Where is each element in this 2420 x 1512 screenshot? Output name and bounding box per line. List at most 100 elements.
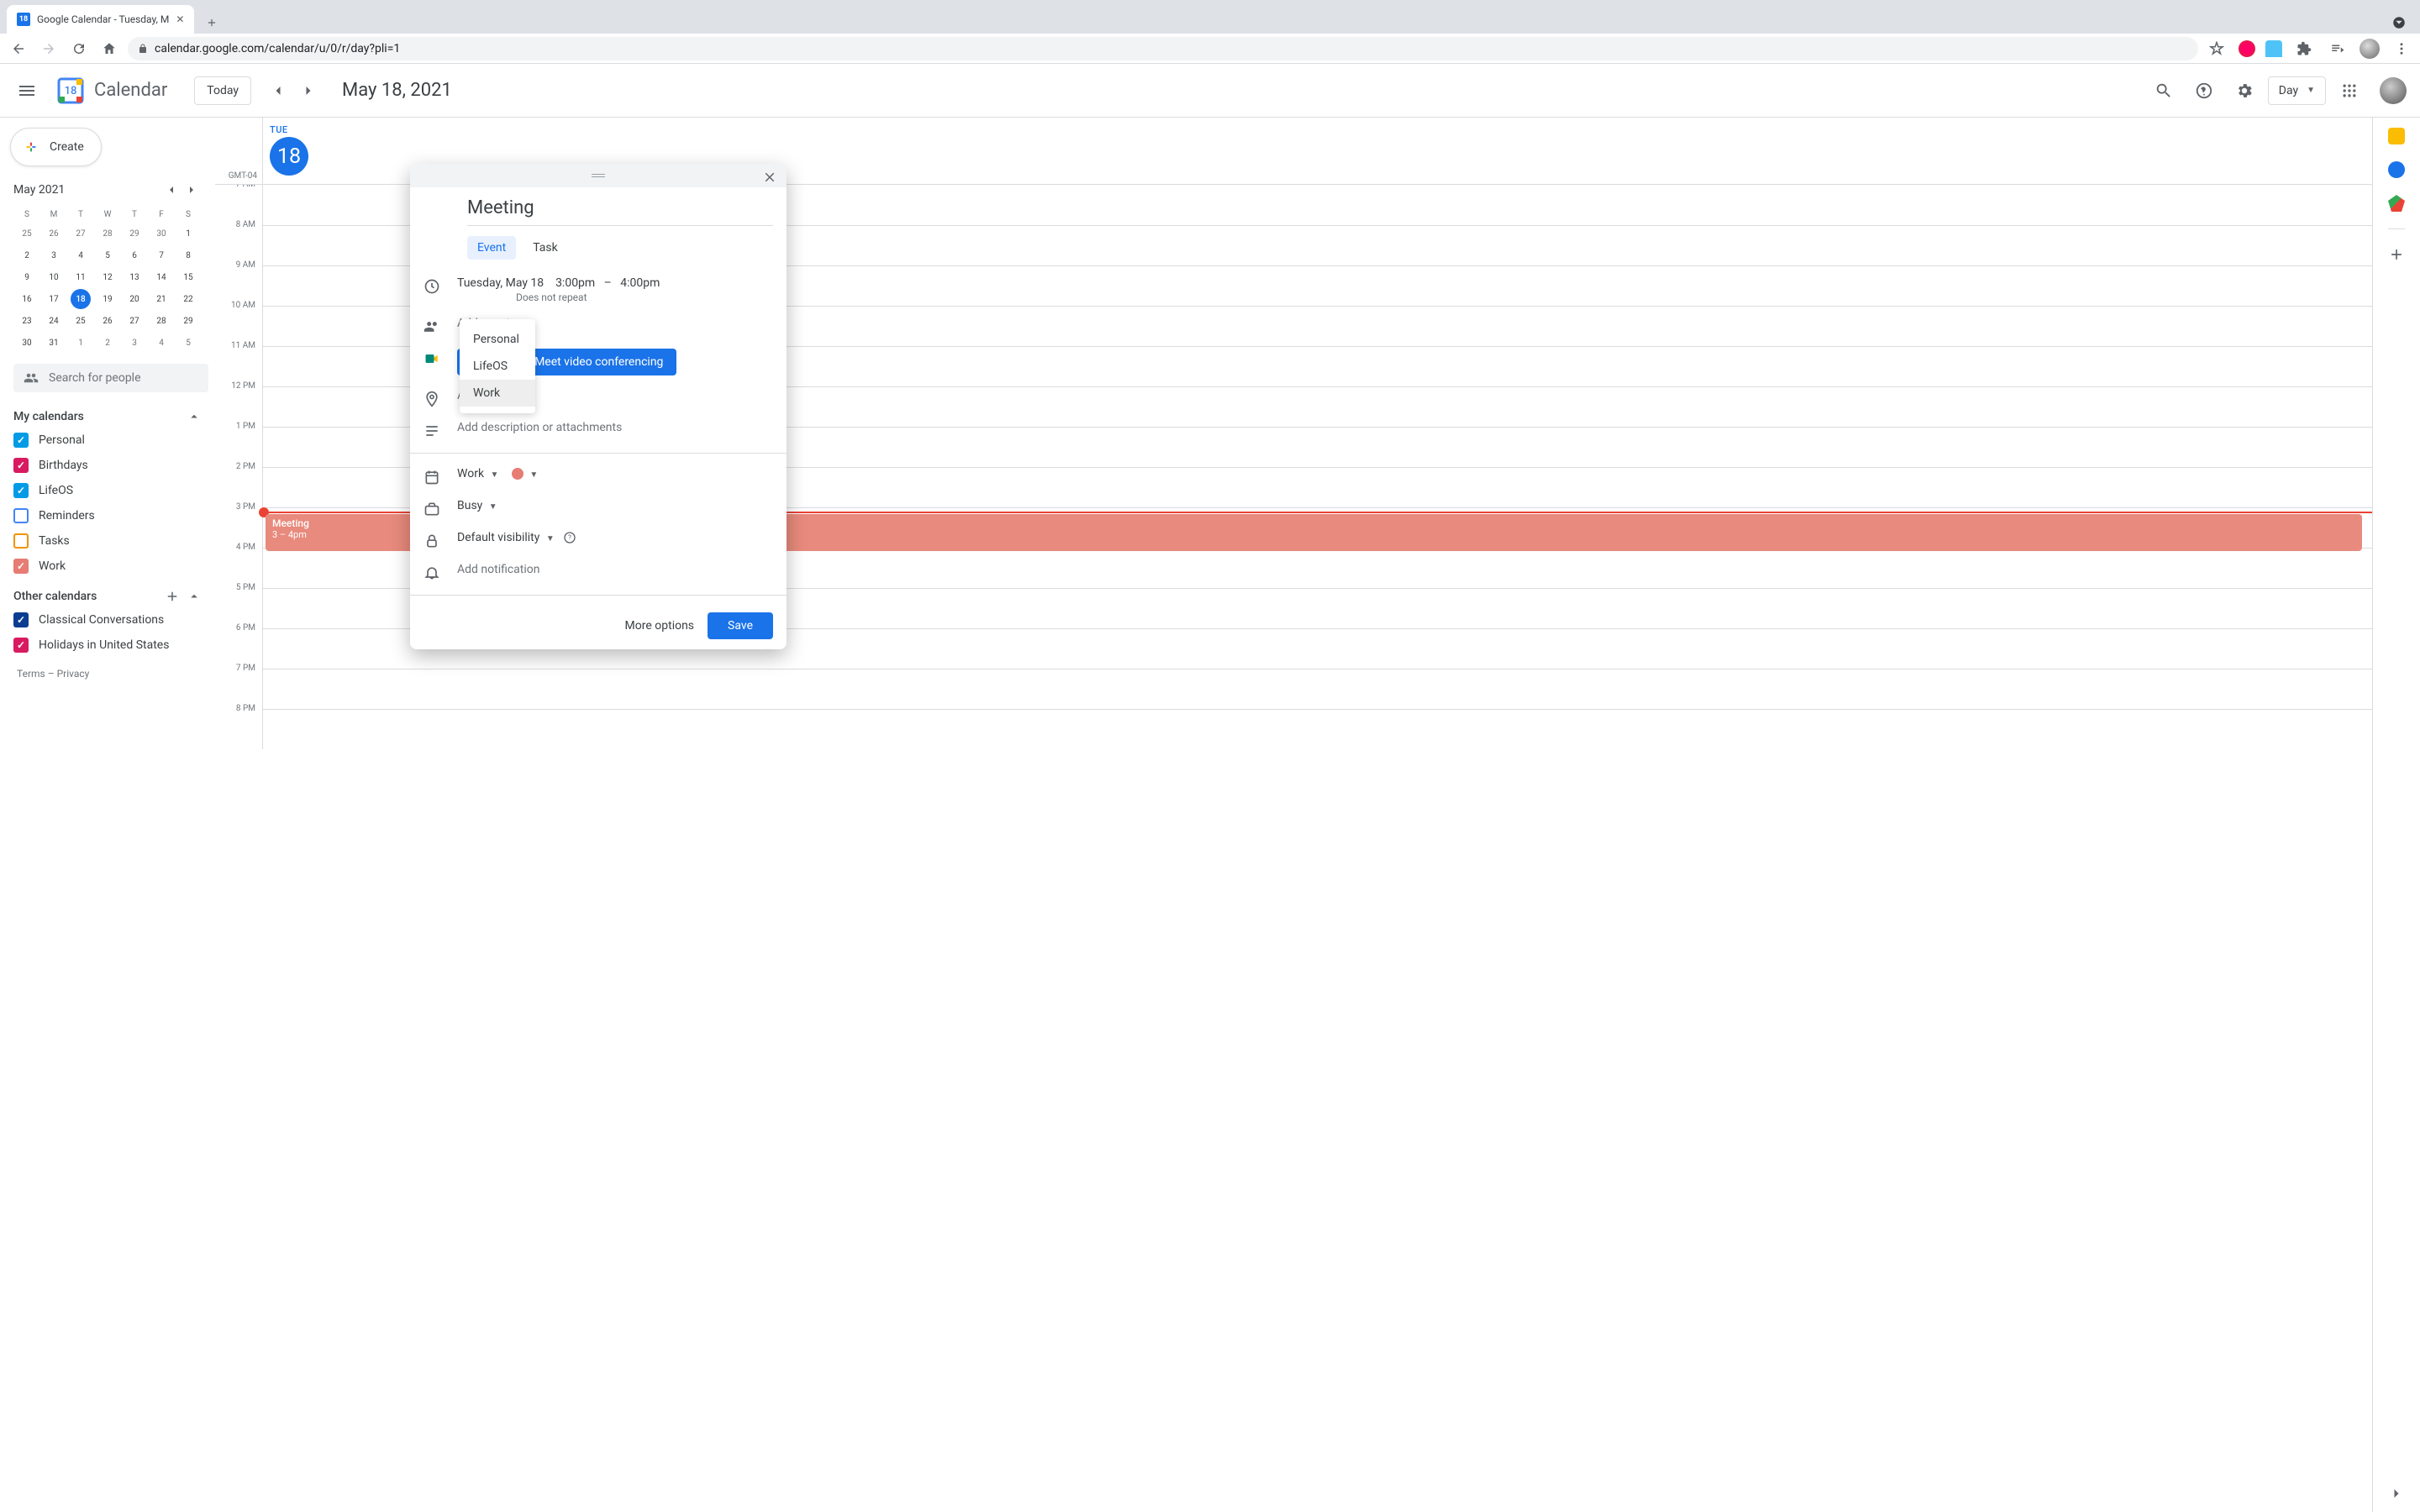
mini-cal-day[interactable]: 20 [124,289,145,309]
main-menu-button[interactable] [7,71,47,111]
mini-cal-day[interactable]: 2 [17,245,37,265]
calendar-select-row[interactable]: Work ▼ ▼ [410,460,786,492]
search-button[interactable] [2147,74,2181,108]
maps-app-icon[interactable] [2388,195,2405,212]
mini-cal-day[interactable]: 3 [124,333,145,353]
side-expand-button[interactable] [2388,1485,2405,1502]
calendar-dropdown-item[interactable]: LifeOS [460,353,535,380]
calendar-checkbox[interactable] [13,533,29,549]
mini-cal-day[interactable]: 22 [178,289,198,309]
day-number[interactable]: 18 [270,137,308,176]
calendar-checkbox[interactable] [13,483,29,498]
other-calendars-toggle[interactable]: Other calendars [13,585,208,607]
mini-cal-day[interactable]: 27 [71,223,91,244]
chrome-menu-icon[interactable] [2390,37,2413,60]
tasks-app-icon[interactable] [2388,161,2405,178]
hour-row[interactable]: 7 PM [215,669,2372,709]
event-title-input[interactable]: Meeting [467,194,773,226]
calendar-checkbox[interactable] [13,508,29,523]
mini-cal-day[interactable]: 28 [151,311,171,331]
mini-cal-day[interactable]: 9 [17,267,37,287]
account-avatar[interactable] [2380,77,2407,104]
mini-cal-day[interactable]: 16 [17,289,37,309]
browser-tab[interactable]: 18 Google Calendar - Tuesday, M ✕ [7,5,194,34]
calendar-checkbox[interactable] [13,433,29,448]
calendar-checkbox[interactable] [13,638,29,653]
keep-app-icon[interactable] [2388,128,2405,144]
popup-drag-handle[interactable] [410,164,786,187]
calendar-list-item[interactable]: Classical Conversations [13,607,208,633]
calendar-checkbox[interactable] [13,612,29,627]
mini-cal-day[interactable]: 2 [97,333,118,353]
mini-cal-next[interactable] [182,180,202,200]
extension-icon-2[interactable] [2265,40,2282,57]
save-button[interactable]: Save [708,612,773,639]
mini-cal-day[interactable]: 17 [44,289,64,309]
popup-close-button[interactable] [760,167,780,187]
create-button[interactable]: Create [10,128,102,166]
mini-cal-day[interactable]: 11 [71,267,91,287]
mini-cal-day[interactable]: 23 [17,311,37,331]
task-tab[interactable]: Task [523,236,568,260]
extensions-puzzle-icon[interactable] [2292,37,2316,60]
more-options-button[interactable]: More options [625,619,695,633]
mini-cal-day[interactable]: 28 [97,223,118,244]
chrome-account-icon[interactable] [2388,12,2410,34]
notification-row[interactable]: Add notification [410,556,786,588]
calendar-color-dot[interactable] [512,468,523,480]
extension-icon-1[interactable] [2238,40,2255,57]
mini-cal-day[interactable]: 25 [17,223,37,244]
description-row[interactable]: Add description or attachments [410,414,786,446]
mini-cal-day[interactable]: 18 [71,289,91,309]
mini-cal-day[interactable]: 30 [151,223,171,244]
new-tab-button[interactable] [201,12,223,34]
mini-cal-day[interactable]: 1 [71,333,91,353]
browser-back-button[interactable] [7,37,30,60]
bookmark-star-icon[interactable] [2205,37,2228,60]
mini-cal-day[interactable]: 1 [178,223,198,244]
terms-link[interactable]: Terms [17,668,45,680]
mini-cal-day[interactable]: 5 [178,333,198,353]
calendar-list-item[interactable]: LifeOS [13,478,208,503]
mini-cal-day[interactable]: 6 [124,245,145,265]
mini-cal-day[interactable]: 24 [44,311,64,331]
mini-cal-day[interactable]: 8 [178,245,198,265]
event-end-time[interactable]: 4:00pm [620,276,660,290]
hour-cell[interactable] [262,669,2372,709]
mini-cal-day[interactable]: 3 [44,245,64,265]
hour-cell[interactable] [262,709,2372,749]
calendar-logo[interactable]: 18 Calendar [54,74,187,108]
next-day-button[interactable] [295,77,322,104]
repeat-label[interactable]: Does not repeat [516,291,773,303]
browser-reload-button[interactable] [67,37,91,60]
media-control-icon[interactable] [2326,37,2349,60]
browser-forward-button[interactable] [37,37,60,60]
visibility-row[interactable]: Default visibility ▼ ? [410,524,786,556]
calendar-list-item[interactable]: Holidays in United States [13,633,208,658]
mini-cal-day[interactable]: 27 [124,311,145,331]
mini-cal-day[interactable]: 14 [151,267,171,287]
calendar-list-item[interactable]: Work [13,554,208,579]
my-calendars-toggle[interactable]: My calendars [13,406,208,428]
mini-cal-prev[interactable] [161,180,182,200]
mini-cal-day[interactable]: 10 [44,267,64,287]
settings-button[interactable] [2228,74,2261,108]
search-people-input[interactable]: Search for people [13,364,208,392]
mini-cal-day[interactable]: 30 [17,333,37,353]
browser-profile-avatar[interactable] [2360,39,2380,59]
mini-cal-day[interactable]: 26 [97,311,118,331]
mini-cal-day[interactable]: 31 [44,333,64,353]
mini-cal-day[interactable]: 21 [151,289,171,309]
mini-cal-day[interactable]: 4 [71,245,91,265]
mini-cal-day[interactable]: 7 [151,245,171,265]
event-date[interactable]: Tuesday, May 18 [457,276,544,290]
mini-cal-day[interactable]: 5 [97,245,118,265]
browser-url-input[interactable]: calendar.google.com/calendar/u/0/r/day?p… [128,37,2198,60]
calendar-dropdown-item[interactable]: Work [460,380,535,407]
busy-row[interactable]: Busy ▼ [410,492,786,524]
mini-cal-day[interactable]: 25 [71,311,91,331]
mini-cal-day[interactable]: 12 [97,267,118,287]
calendar-list-item[interactable]: Birthdays [13,453,208,478]
google-apps-button[interactable] [2333,74,2366,108]
mini-cal-day[interactable]: 13 [124,267,145,287]
